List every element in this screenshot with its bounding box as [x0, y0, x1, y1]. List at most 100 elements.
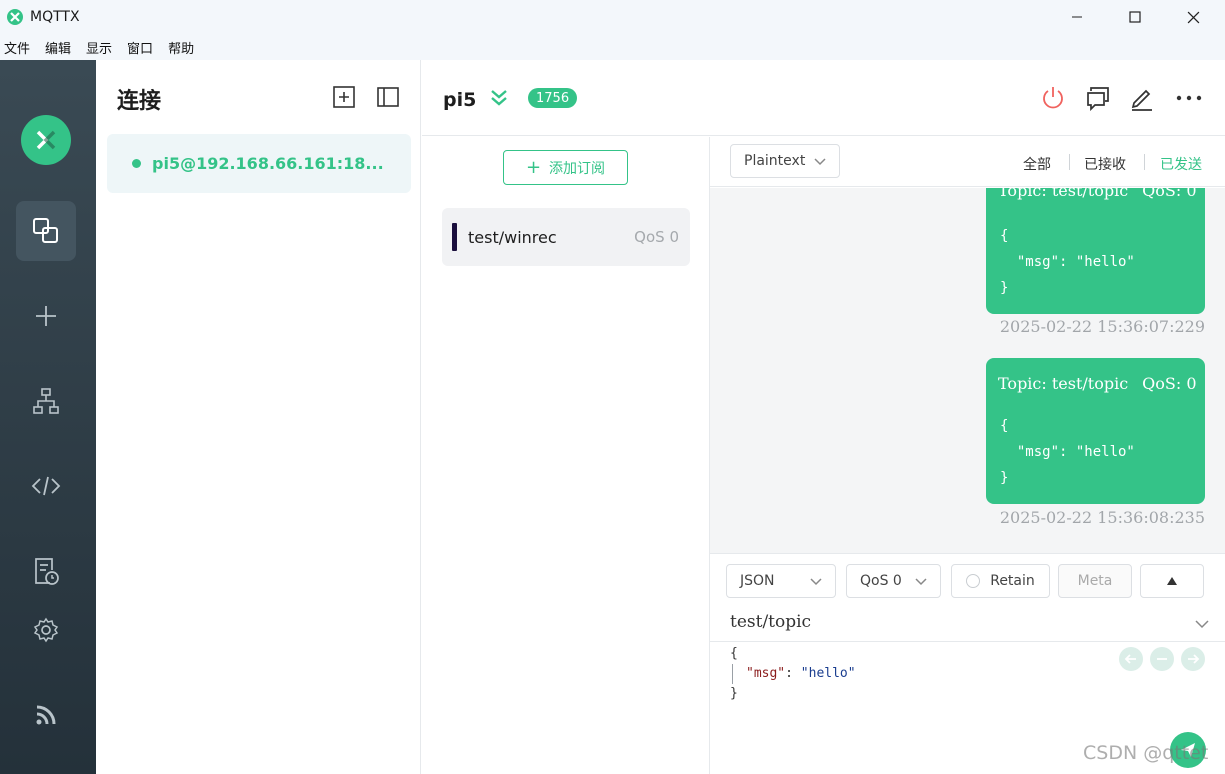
- subscription-qos: QoS 0: [634, 228, 679, 246]
- add-subscription-label: 添加订阅: [549, 160, 606, 177]
- close-icon: [1187, 11, 1199, 23]
- rail-script-button[interactable]: [16, 456, 76, 516]
- more-button[interactable]: [1175, 84, 1203, 112]
- message-topic: Topic: test/topic: [998, 374, 1129, 393]
- payload-type-value: JSON: [740, 573, 775, 589]
- more-icon: [1176, 95, 1202, 101]
- subscription-color-bar: [452, 223, 457, 251]
- maximize-button[interactable]: [1106, 0, 1164, 34]
- payload-format-select[interactable]: Plaintext: [730, 144, 840, 178]
- rail-new-connection-button[interactable]: [16, 286, 76, 346]
- rail-topology-button[interactable]: [16, 371, 76, 431]
- minimize-icon: [1072, 16, 1082, 18]
- edit-connection-button[interactable]: [1128, 84, 1156, 112]
- plus-icon: +: [525, 157, 542, 178]
- menu-file[interactable]: 文件: [4, 38, 30, 57]
- retain-toggle[interactable]: Retain: [951, 564, 1050, 598]
- connections-title: 连接: [117, 89, 162, 114]
- filter-divider: [1144, 154, 1145, 170]
- triangle-up-icon: [1167, 577, 1177, 585]
- payload-type-select[interactable]: JSON: [726, 564, 836, 598]
- menu-help[interactable]: 帮助: [168, 38, 194, 57]
- power-icon: [1043, 87, 1063, 109]
- menu-bar: 文件 编辑 显示 窗口 帮助: [0, 34, 1225, 60]
- topic-divider: [710, 641, 1225, 642]
- rail-log-button[interactable]: [16, 541, 76, 601]
- plus-icon: [36, 306, 56, 326]
- subscriptions-panel: + 添加订阅 test/winrec QoS 0: [422, 137, 710, 774]
- watermark: CSDN @qttet: [1083, 742, 1209, 764]
- payload-format-value: Plaintext: [744, 153, 806, 169]
- close-button[interactable]: [1164, 0, 1222, 34]
- arrow-left-icon: [1124, 654, 1136, 664]
- history-back-button[interactable]: [1119, 647, 1143, 671]
- filter-received[interactable]: 已接收: [1084, 154, 1126, 174]
- connection-item[interactable]: pi5@192.168.66.161:18...: [107, 134, 411, 193]
- minus-icon: [1157, 658, 1167, 660]
- log-icon: [35, 558, 59, 585]
- message-count-badge: 1756: [528, 88, 578, 108]
- connection-header-name: pi5: [443, 89, 477, 111]
- minimize-button[interactable]: [1048, 0, 1106, 34]
- history-clear-button[interactable]: [1150, 647, 1174, 671]
- menu-window[interactable]: 窗口: [127, 38, 153, 57]
- editor-text: }: [730, 686, 738, 701]
- chevron-down-icon: [915, 578, 927, 586]
- editor-value: "hello": [800, 666, 856, 681]
- window-title: MQTTX: [30, 9, 80, 25]
- editor-line: "msg": "hello": [730, 664, 856, 684]
- subscription-item[interactable]: test/winrec QoS 0: [442, 208, 690, 266]
- app-logo-icon: [7, 9, 23, 25]
- message-topic: Topic: test/topic: [998, 188, 1129, 200]
- connection-status-dot: [132, 159, 141, 168]
- maximize-icon: [1129, 11, 1141, 23]
- rail-settings-button[interactable]: [16, 600, 76, 660]
- rail-feed-button[interactable]: [16, 685, 76, 745]
- mqttx-logo-icon: [21, 115, 71, 165]
- new-window-button[interactable]: [1084, 84, 1112, 112]
- add-square-icon: [333, 86, 355, 108]
- message-bubble: Topic: test/topic QoS: 0 { "msg": "hello"…: [986, 188, 1205, 314]
- expand-publish-button[interactable]: [1140, 564, 1204, 598]
- add-subscription-button[interactable]: + 添加订阅: [503, 150, 628, 185]
- editor-colon: :: [785, 666, 801, 681]
- disconnect-button[interactable]: [1039, 84, 1067, 112]
- connections-icon: [33, 218, 58, 243]
- connection-header: pi5 1756: [422, 60, 1225, 136]
- publish-topic-input[interactable]: test/topic: [730, 612, 811, 632]
- menu-edit[interactable]: 编辑: [45, 38, 71, 57]
- message-time: 2025-02-22 15:36:07:229: [999, 317, 1205, 336]
- editor-key: "msg": [746, 666, 786, 681]
- sidebar-icon: [377, 87, 399, 107]
- payload-editor[interactable]: { "msg": "hello" }: [730, 644, 856, 704]
- publish-panel: JSON QoS 0 Retain Meta test/topic { "msg…: [710, 553, 1225, 774]
- edit-icon: [1131, 89, 1152, 111]
- collapse-button[interactable]: [489, 88, 509, 112]
- message-header: Topic: test/topic QoS: 0: [998, 188, 1197, 200]
- qos-value: QoS 0: [860, 573, 902, 589]
- editor-text: {: [730, 646, 738, 661]
- chevron-down-icon: [814, 158, 826, 166]
- subscription-topic: test/winrec: [468, 227, 557, 247]
- qos-select[interactable]: QoS 0: [846, 564, 941, 598]
- toggle-sidebar-button[interactable]: [375, 84, 401, 110]
- chevron-down-icon: [810, 578, 822, 586]
- rail-connections-button[interactable]: [16, 201, 76, 261]
- editor-line: }: [730, 684, 856, 704]
- message-toolbar: Plaintext 全部 已接收 已发送: [710, 137, 1225, 187]
- filter-divider: [1069, 154, 1070, 170]
- retain-radio[interactable]: [966, 574, 981, 588]
- message-qos: QoS: 0: [1142, 374, 1197, 393]
- menu-view[interactable]: 显示: [86, 38, 112, 57]
- message-payload: { "msg": "hello" }: [1000, 418, 1135, 486]
- filter-sent[interactable]: 已发送: [1160, 154, 1202, 174]
- meta-button[interactable]: Meta: [1058, 564, 1132, 598]
- connections-panel: 连接 pi5@192.168.66.161:18...: [96, 60, 421, 774]
- new-connection-button[interactable]: [331, 84, 357, 110]
- message-list: Topic: test/topic QoS: 0 { "msg": "hello"…: [710, 188, 1225, 553]
- message-bubble: Topic: test/topic QoS: 0 { "msg": "hello"…: [986, 358, 1205, 504]
- chevron-down-icon[interactable]: [1194, 616, 1210, 632]
- filter-all[interactable]: 全部: [1023, 154, 1051, 174]
- history-forward-button[interactable]: [1181, 647, 1205, 671]
- nav-rail: [0, 60, 96, 774]
